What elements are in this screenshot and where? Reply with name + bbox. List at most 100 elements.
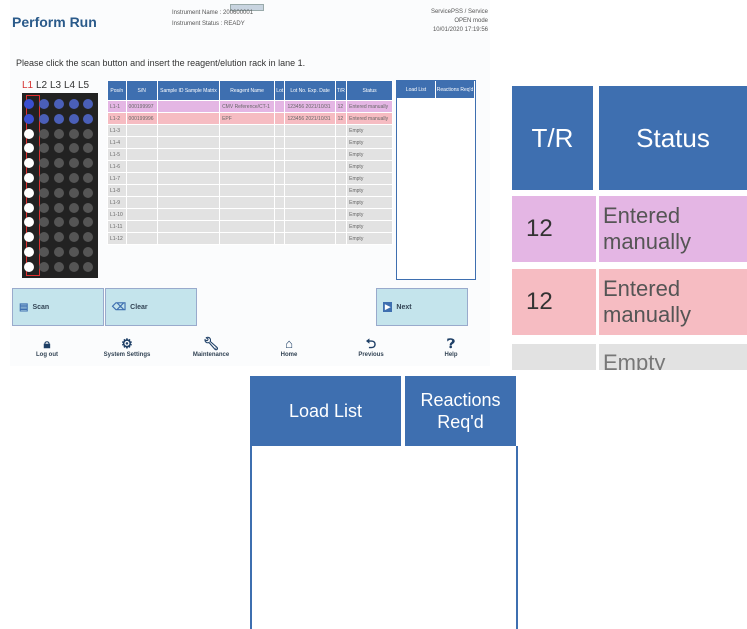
rack-slot xyxy=(24,128,34,139)
scan-label: Scan xyxy=(32,303,50,311)
rack-slot xyxy=(24,261,34,272)
cell-status: Empty xyxy=(346,208,393,221)
cell-sample xyxy=(156,208,221,221)
lane-labels: L1 L2 L3 L4 L5 xyxy=(22,80,92,91)
logout-button[interactable]: 🔒︎ Log out xyxy=(12,336,82,358)
cell-lot xyxy=(274,160,286,173)
cell-pos: L1-2 xyxy=(107,112,127,125)
rack-slot xyxy=(54,261,64,272)
cell-lot xyxy=(274,112,286,125)
cell-status: Entered manually xyxy=(346,112,393,125)
table-row[interactable]: L1-3 Empty xyxy=(107,124,393,137)
cell-reagent xyxy=(219,172,276,185)
load-list-body xyxy=(250,446,518,629)
previous-button[interactable]: ⮌ Previous xyxy=(336,336,406,358)
maintenance-button[interactable]: 🔧︎ Maintenance xyxy=(176,336,246,358)
cell-pos: L1-4 xyxy=(107,136,127,149)
rack-slot xyxy=(24,99,34,109)
lane-label[interactable]: L4 xyxy=(64,80,78,91)
home-button[interactable]: ⌂ Home xyxy=(254,336,324,358)
cell-status: Empty xyxy=(346,160,393,173)
rack-slot xyxy=(69,173,79,183)
rack-slot xyxy=(24,202,34,213)
load-list-header: Load List xyxy=(250,376,403,446)
cell-lot xyxy=(274,136,286,149)
rack-slot xyxy=(69,187,79,198)
cell-reagent xyxy=(219,160,276,173)
cell-reagent xyxy=(219,136,276,149)
cell-pos: L1-6 xyxy=(107,160,127,173)
load-list-panel: Load List Reactions Req'd xyxy=(396,80,476,280)
cell-sn xyxy=(125,160,158,173)
table-row[interactable]: L1-7 Empty xyxy=(107,172,393,185)
rack-slot xyxy=(24,173,34,183)
help-button[interactable]: ❓︎ Help xyxy=(416,336,486,358)
cell-sample xyxy=(156,220,221,233)
table-row[interactable]: L1-11 Empty xyxy=(107,220,393,233)
rack-slot xyxy=(54,187,64,198)
cell-reagent xyxy=(219,196,276,209)
cell-tr xyxy=(334,172,348,185)
lane-label[interactable]: L1 xyxy=(22,80,36,91)
maintenance-label: Maintenance xyxy=(192,352,230,358)
cell-tr xyxy=(334,196,348,209)
table-row[interactable]: L1-9 Empty xyxy=(107,196,393,209)
lane-label[interactable]: L2 xyxy=(36,80,50,91)
cell-reagent: EPF xyxy=(219,112,276,125)
cell-sample xyxy=(156,124,221,137)
rack-slot xyxy=(39,158,49,169)
rack-slot xyxy=(54,113,64,124)
cell-sample xyxy=(156,112,221,125)
cell-lotno xyxy=(284,148,336,161)
load-list-col: Load List xyxy=(397,81,436,98)
cell-lot xyxy=(274,184,286,197)
cell-lot xyxy=(274,220,286,233)
rack-slot xyxy=(39,173,49,183)
rack-slot xyxy=(83,187,93,198)
lane-label[interactable]: L5 xyxy=(78,80,92,91)
rack-slot xyxy=(83,158,93,169)
clear-label: Clear xyxy=(130,303,148,311)
home-icon: ⌂ xyxy=(285,336,293,351)
cell-sn: 000199996 xyxy=(125,112,158,125)
instrument-name: Instrument Name : 200600001 xyxy=(172,10,254,16)
rack-slot xyxy=(83,261,93,272)
rack-slot xyxy=(83,113,93,124)
table-row[interactable]: L1-6 Empty xyxy=(107,160,393,173)
cell-reagent xyxy=(219,208,276,221)
rack-slot xyxy=(83,202,93,213)
next-button[interactable]: ▶ Next xyxy=(376,288,468,326)
cell-pos: L1-3 xyxy=(107,124,127,137)
cell-sample xyxy=(156,232,221,245)
system-settings-button[interactable]: ⚙ System Settings xyxy=(92,336,162,358)
cell-status: Empty xyxy=(346,124,393,137)
table-row[interactable]: L1-1 000199997 CMV Reference/CT-1 123456 20… xyxy=(107,100,393,113)
cell-sn xyxy=(125,148,158,161)
table-row[interactable]: L1-2 000199996 EPF 123456 2021/10/31 12 Enter… xyxy=(107,112,393,125)
scan-button[interactable]: ▤ Scan xyxy=(12,288,104,326)
rack-slot xyxy=(54,232,64,243)
rack-slot xyxy=(54,99,64,109)
rack-slot xyxy=(54,128,64,139)
table-row[interactable]: L1-5 Empty xyxy=(107,148,393,161)
cell-reagent: CMV Reference/CT-1 xyxy=(219,100,276,113)
cell-status: Empty xyxy=(346,220,393,233)
table-row[interactable]: L1-12 Empty xyxy=(107,232,393,245)
table-row[interactable]: L1-4 Empty xyxy=(107,136,393,149)
cell-sn xyxy=(125,172,158,185)
lane-label[interactable]: L3 xyxy=(50,80,64,91)
table-row[interactable]: L1-10 Empty xyxy=(107,208,393,221)
rack-slot xyxy=(24,247,34,257)
gear-icon: ⚙ xyxy=(121,336,133,351)
table-row[interactable]: L1-8 Empty xyxy=(107,184,393,197)
rack-slot xyxy=(39,143,49,154)
clear-button[interactable]: ⌫ Clear xyxy=(105,288,197,326)
cell-lot xyxy=(274,148,286,161)
zoom-status-detail: T/R Status 12 Entered manually 12 Entere… xyxy=(512,72,747,370)
rack-slot xyxy=(39,232,49,243)
instruction-text: Please click the scan button and insert … xyxy=(16,58,306,68)
rack-slot xyxy=(69,99,79,109)
tr-value: 12 xyxy=(512,269,596,335)
rack-slot xyxy=(83,128,93,139)
rack-slot xyxy=(83,232,93,243)
